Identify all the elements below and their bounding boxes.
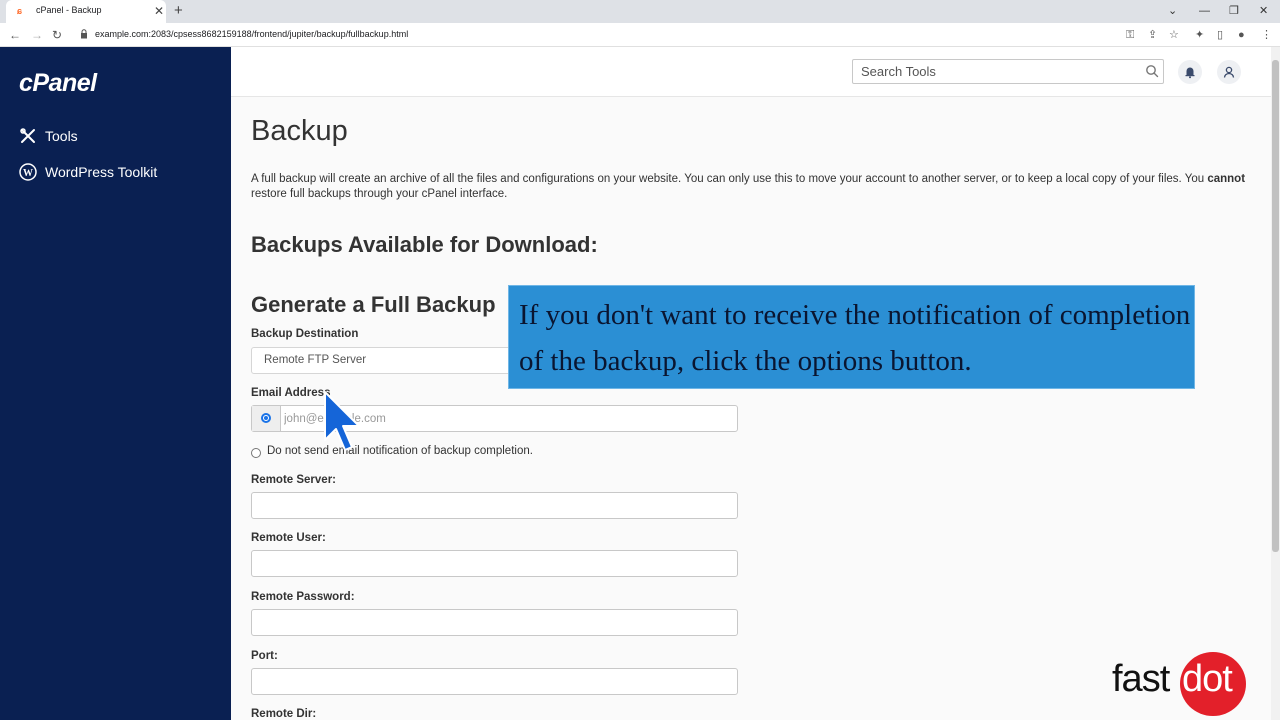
remote-user-input[interactable] (251, 550, 738, 577)
remote-server-input[interactable] (251, 492, 738, 519)
mouse-cursor-icon (324, 391, 360, 451)
browser-menu-icon[interactable]: ⋮ (1261, 28, 1272, 42)
scrollbar-thumb[interactable] (1272, 60, 1279, 552)
remote-user-label: Remote User: (251, 532, 326, 544)
page-title: Backup (251, 115, 348, 147)
sidepanel-icon[interactable]: ▯ (1217, 28, 1223, 42)
address-bar: ← → ↻ example.com:2083/cpsess8682159188/… (0, 23, 1280, 47)
extensions-icon[interactable]: ✦ (1195, 28, 1204, 42)
forward-icon[interactable]: → (31, 27, 43, 43)
remote-dir-label: Remote Dir: (251, 708, 317, 720)
restore-icon[interactable]: ❐ (1229, 3, 1239, 19)
description-text-end: restore full backups through your cPanel… (251, 188, 508, 200)
wordpress-icon: W (19, 163, 37, 181)
port-label: Port: (251, 650, 278, 662)
fastdot-watermark: fast dot (1112, 652, 1252, 716)
notifications-button[interactable] (1178, 60, 1202, 84)
remote-server-label: Remote Server: (251, 474, 337, 486)
share-icon[interactable]: ⇪ (1148, 28, 1157, 42)
tab-close-icon[interactable]: ✕ (154, 3, 164, 19)
email-radio-cell (252, 406, 281, 431)
browser-tab-bar: ɕ cPanel - Backup ✕ + ⌄ — ❐ ✕ (0, 0, 1280, 23)
tab-title: cPanel - Backup (36, 5, 102, 15)
fastdot-brand-right: dot (1182, 658, 1233, 700)
window-close-icon[interactable]: ✕ (1259, 3, 1268, 19)
tools-icon (20, 128, 35, 143)
remote-password-label: Remote Password: (251, 591, 355, 603)
tutorial-callout: If you don't want to receive the notific… (508, 285, 1195, 389)
sidebar-item-label: Tools (45, 128, 78, 144)
no-email-label[interactable]: Do not send email notification of backup… (267, 445, 533, 457)
bell-icon (1185, 67, 1195, 79)
lock-icon[interactable] (80, 29, 88, 39)
sidebar-item-label: WordPress Toolkit (45, 164, 158, 180)
backup-destination-select[interactable]: Remote FTP Server (251, 347, 521, 374)
user-account-button[interactable] (1217, 60, 1241, 84)
reload-icon[interactable]: ↻ (52, 27, 62, 43)
port-input[interactable] (251, 668, 738, 695)
generate-full-backup-heading: Generate a Full Backup (251, 292, 496, 317)
new-tab-icon[interactable]: + (174, 2, 183, 20)
user-icon (1223, 66, 1235, 78)
key-icon[interactable]: ⚿ (1126, 28, 1134, 42)
minimize-icon[interactable]: — (1199, 3, 1210, 19)
backups-available-heading: Backups Available for Download: (251, 232, 598, 257)
search-icon[interactable] (1145, 64, 1159, 78)
email-address-label: Email Address (251, 387, 331, 399)
cpanel-favicon-icon: ɕ (17, 6, 23, 16)
fastdot-brand-left: fast (1112, 658, 1170, 700)
send-email-radio[interactable] (261, 413, 271, 423)
url-text[interactable]: example.com:2083/cpsess8682159188/fronte… (95, 29, 408, 39)
top-header (231, 47, 1271, 97)
profile-icon[interactable]: ● (1238, 28, 1245, 42)
description-text: A full backup will create an archive of … (251, 173, 1208, 185)
backup-description: A full backup will create an archive of … (251, 172, 1251, 202)
remote-password-input[interactable] (251, 609, 738, 636)
back-icon[interactable]: ← (9, 27, 21, 43)
search-tools-input[interactable] (852, 59, 1164, 84)
backup-destination-label: Backup Destination (251, 328, 359, 340)
callout-text: If you don't want to receive the notific… (519, 299, 1191, 377)
no-email-radio[interactable] (251, 448, 261, 458)
tab-search-icon[interactable]: ⌄ (1168, 3, 1177, 19)
description-bold: cannot (1207, 173, 1246, 185)
sidebar: cPanel Tools W WordPress Toolkit (0, 47, 231, 720)
cpanel-logo[interactable]: cPanel (19, 69, 97, 98)
bookmark-star-icon[interactable]: ☆ (1169, 28, 1179, 42)
browser-tab[interactable]: ɕ cPanel - Backup ✕ (6, 0, 166, 23)
svg-text:W: W (23, 168, 33, 179)
